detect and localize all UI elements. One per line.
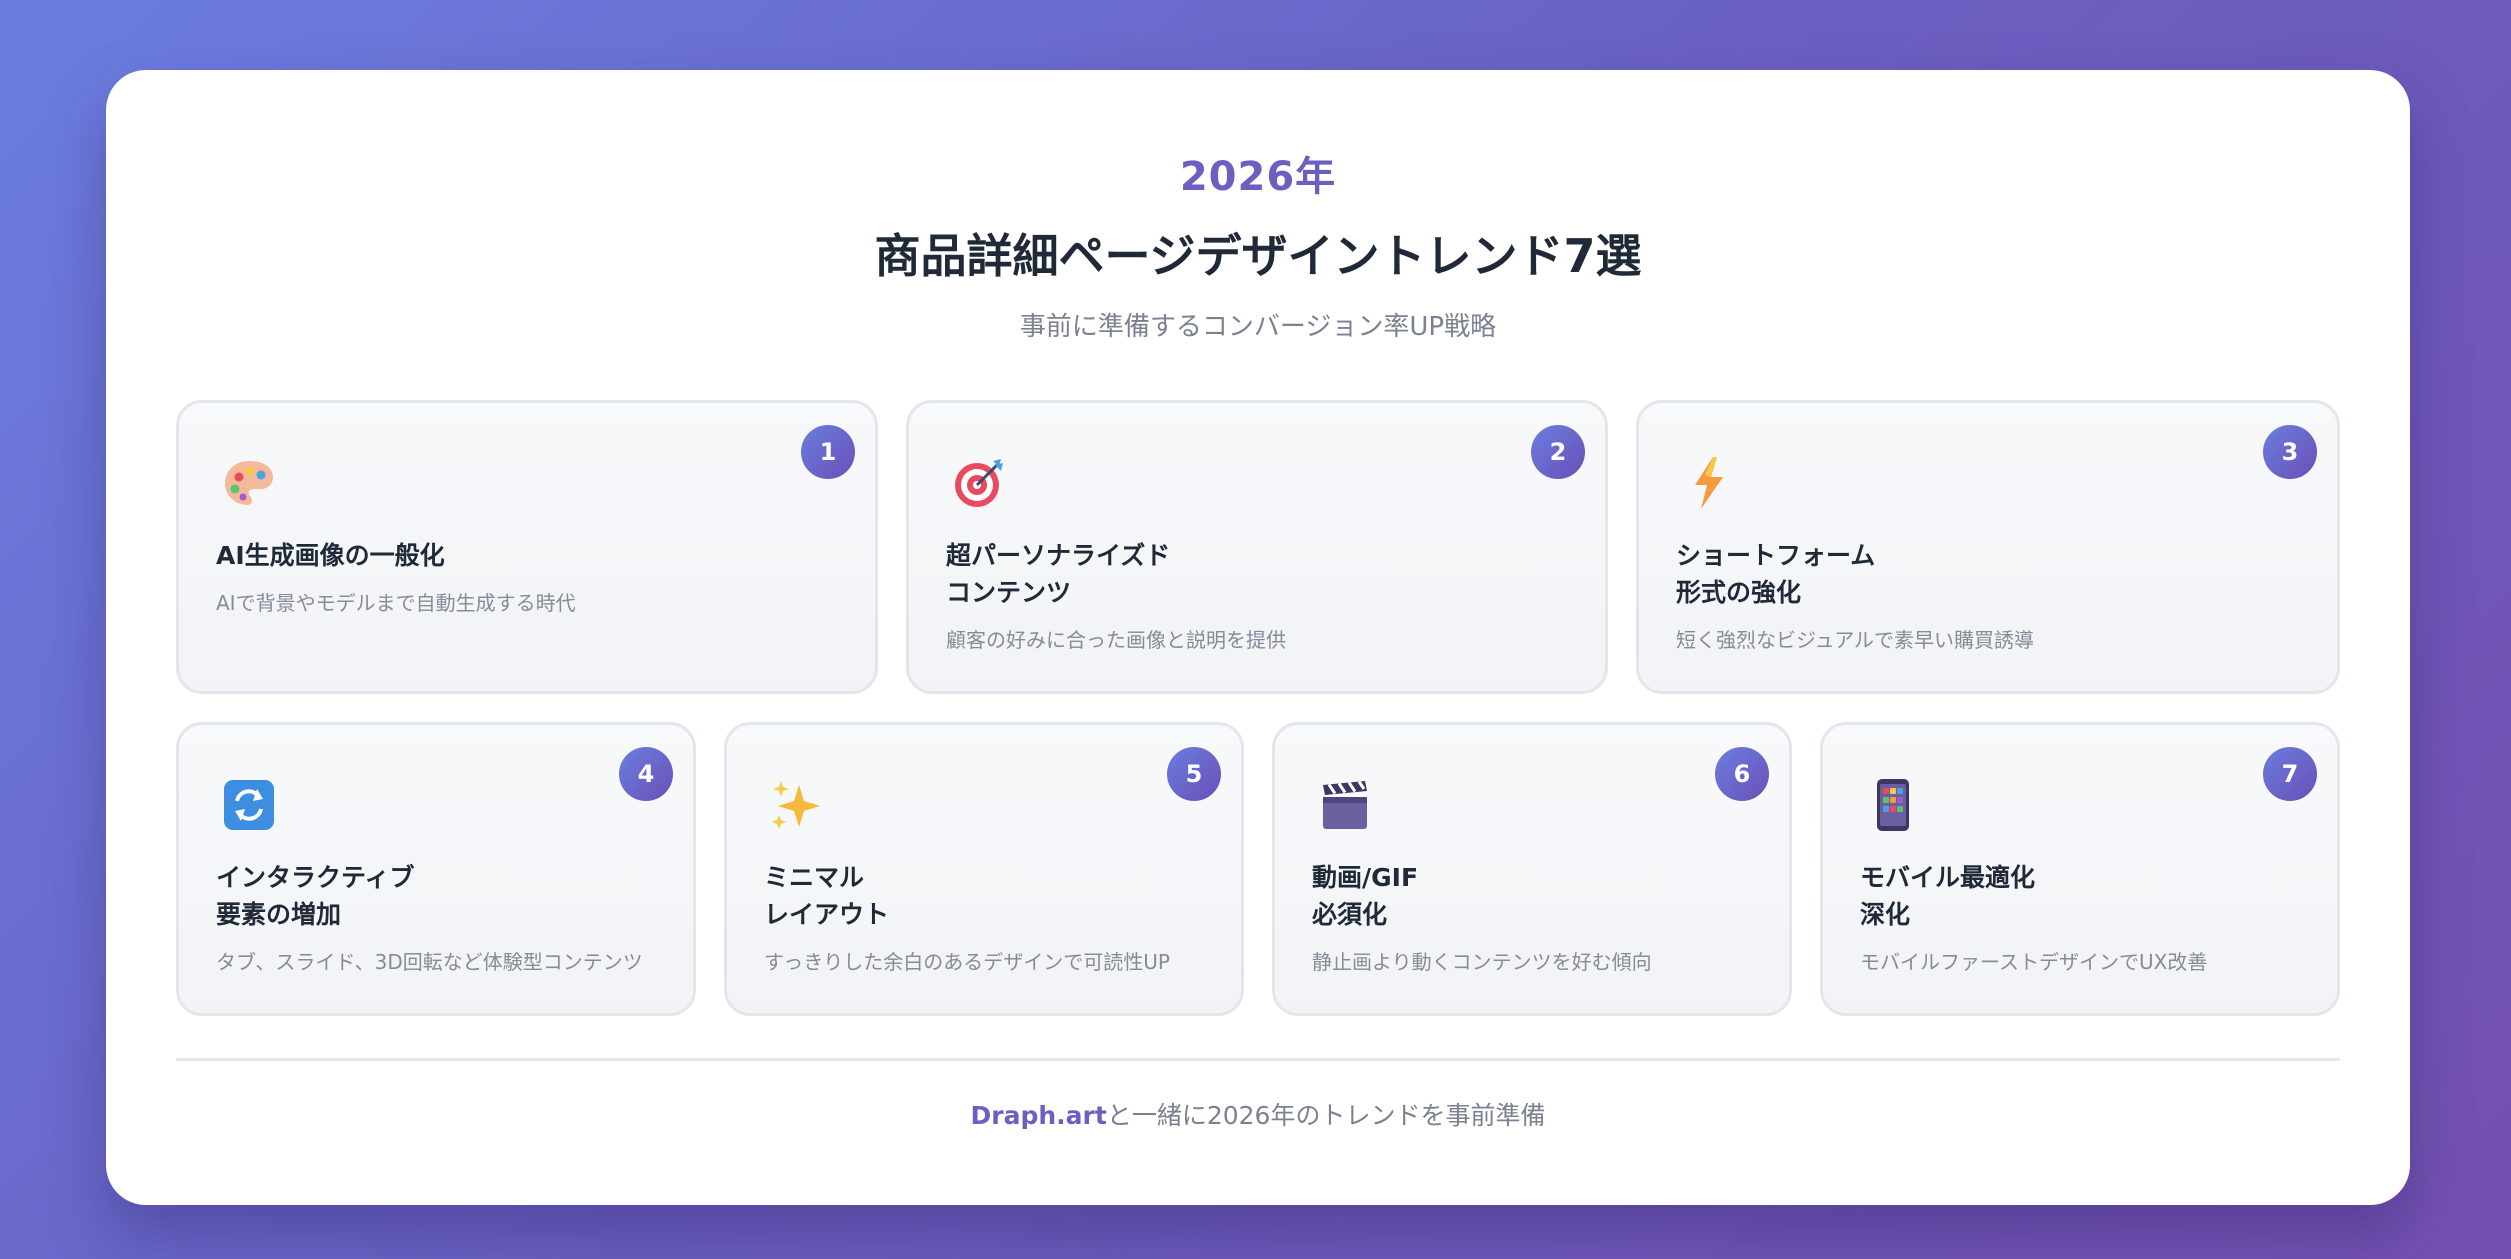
- refresh-icon: [221, 777, 277, 833]
- trend-card-7: 7 モバイル最適化 深化 モバイルファーストデザインでUX改善: [1820, 722, 2340, 1016]
- target-icon: [951, 455, 1007, 511]
- trend-title: AI生成画像の一般化: [216, 541, 445, 570]
- trend-description: タブ、スライド、3D回転など体験型コンテンツ: [216, 950, 643, 974]
- page-title: 商品詳細ページデザイントレンド7選: [874, 229, 1642, 283]
- number-badge: 2: [1531, 425, 1585, 479]
- divider: [176, 1058, 2340, 1061]
- trend-description: AIで背景やモデルまで自動生成する時代: [216, 591, 576, 615]
- trend-card-2: 2 超パーソナライズド コンテンツ 顧客の好みに合った画像と説明を提供: [906, 400, 1608, 694]
- trend-card-3: 3 ショートフォーム 形式の強化 短く強烈なビジュアルで素早い購買誘導: [1636, 400, 2340, 694]
- footer: Draph.artと一緒に2026年のトレンドを事前準備: [106, 1096, 2410, 1132]
- trend-description: モバイルファーストデザインでUX改善: [1860, 950, 2208, 974]
- clapperboard-icon: [1317, 777, 1373, 833]
- number-badge: 5: [1167, 747, 1221, 801]
- trend-title: モバイル最適化 深化: [1860, 863, 2036, 929]
- footer-text: と一緒に2026年のトレンドを事前準備: [1106, 1101, 1546, 1130]
- number-badge: 4: [619, 747, 673, 801]
- trend-description: 顧客の好みに合った画像と説明を提供: [946, 628, 1286, 652]
- number-badge: 7: [2263, 747, 2317, 801]
- trend-title: ミニマル レイアウト: [764, 863, 890, 929]
- year-label: 2026年: [1179, 154, 1337, 200]
- main-card: 2026年 商品詳細ページデザイントレンド7選 事前に準備するコンバージョン率U…: [106, 70, 2410, 1205]
- trend-description: すっきりした余白のあるデザインで可読性UP: [764, 950, 1170, 974]
- mobile-icon: [1865, 777, 1921, 833]
- lightning-icon: [1681, 455, 1737, 511]
- number-badge: 1: [801, 425, 855, 479]
- trend-title: 超パーソナライズド コンテンツ: [946, 541, 1171, 607]
- trend-card-4: 4 インタラクティブ 要素の増加 タブ、スライド、3D回転など体験型コンテンツ: [176, 722, 696, 1016]
- trend-description: 短く強烈なビジュアルで素早い購買誘導: [1676, 628, 2034, 652]
- palette-icon: [221, 455, 277, 511]
- trend-card-1: 1 AI生成画像の一般化 AIで背景やモデルまで自動生成する時代: [176, 400, 878, 694]
- trend-card-5: 5 ミニマル レイアウト すっきりした余白のあるデザインで可読性UP: [724, 722, 1244, 1016]
- trend-title: インタラクティブ 要素の増加: [216, 863, 415, 929]
- number-badge: 3: [2263, 425, 2317, 479]
- sparkles-icon: [769, 777, 825, 833]
- brand-link[interactable]: Draph.art: [971, 1101, 1107, 1130]
- trend-title: 動画/GIF 必須化: [1312, 863, 1419, 929]
- trend-title: ショートフォーム 形式の強化: [1676, 541, 1876, 607]
- trend-description: 静止画より動くコンテンツを好む傾向: [1312, 950, 1652, 974]
- trend-card-6: 6 動画/GIF 必須化 静止画より動くコンテンツを好む傾向: [1272, 722, 1792, 1016]
- number-badge: 6: [1715, 747, 1769, 801]
- page-subtitle: 事前に準備するコンバージョン率UP戦略: [1019, 312, 1497, 342]
